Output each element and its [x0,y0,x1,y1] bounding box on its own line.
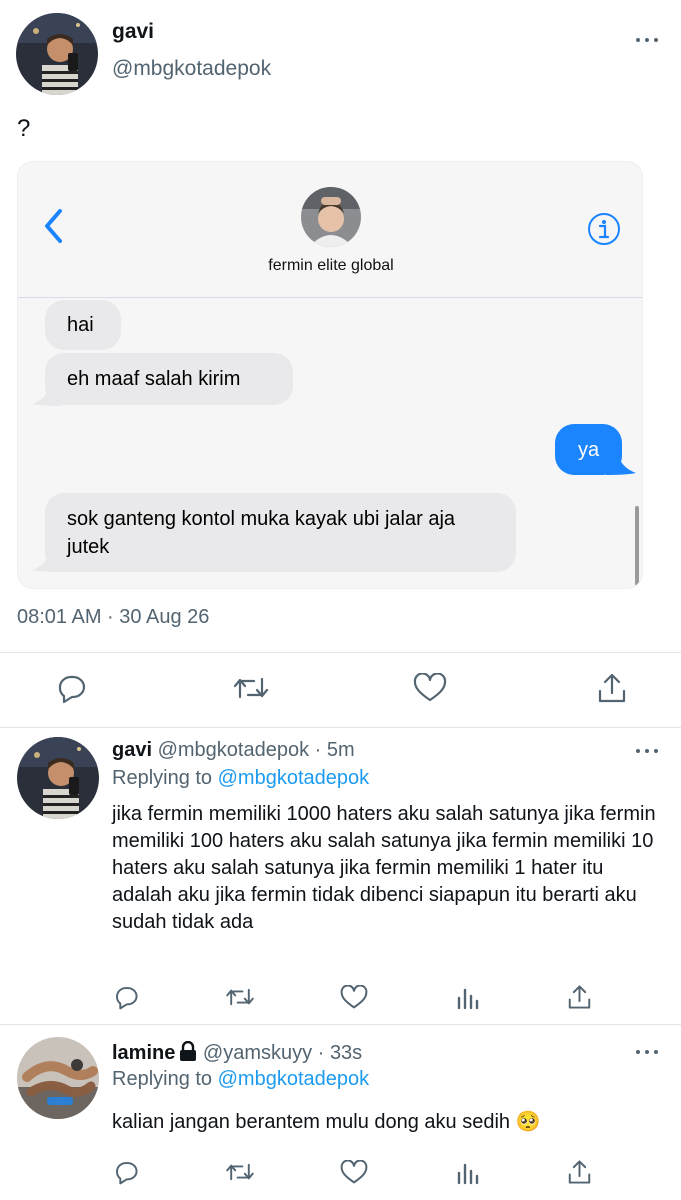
tweet-image[interactable]: fermin elite global hai eh maaf salah ki… [17,161,643,589]
reply-author-handle[interactable]: @yamskuyy [203,1042,312,1064]
message-bubble-received: eh maaf salah kirim [45,353,293,405]
message-text: hai [67,314,94,336]
like-icon[interactable] [413,673,447,703]
divider [0,727,681,728]
reply-header: lamine @yamskuyy · 33s [112,1040,362,1067]
message-text: eh maaf salah kirim [67,368,241,390]
author-name[interactable]: gavi [112,20,154,44]
author-handle[interactable]: @mbgkotadepok [112,57,271,81]
analytics-icon[interactable] [456,986,480,1010]
replying-to-line: Replying to @mbgkotadepok [112,1068,369,1091]
more-options-icon[interactable] [636,1047,666,1057]
reply-text: kalian jangan berantem mulu dong aku sed… [112,1111,541,1133]
reply-author-handle[interactable]: @mbgkotadepok [158,739,310,761]
tweet-text: ? [17,115,31,142]
share-icon[interactable] [567,984,592,1010]
scrollbar[interactable] [635,506,639,586]
lock-icon [179,1040,197,1067]
separator-dot: · [314,739,322,761]
divider [0,652,681,653]
like-icon[interactable] [340,1160,368,1185]
more-options-icon[interactable] [636,35,666,45]
analytics-icon[interactable] [456,1161,480,1185]
replying-to-label: Replying to [112,767,213,789]
message-text: ya [577,438,600,461]
share-icon[interactable] [567,1159,592,1185]
message-bubble-sent: ya [555,424,622,475]
like-icon[interactable] [340,985,368,1010]
author-avatar[interactable] [16,13,98,95]
contact-avatar[interactable] [301,187,361,247]
message-bubble-received: hai [45,300,121,350]
divider [0,1024,681,1025]
message-bubble-received: sok ganteng kontol muka kayak ubi jalar … [45,493,516,572]
more-options-icon[interactable] [636,746,666,756]
reply-icon[interactable] [54,672,88,704]
reply-author-name[interactable]: lamine [112,1042,175,1064]
retweet-icon[interactable] [224,1160,256,1184]
replying-to-line: Replying to @mbgkotadepok [112,767,369,790]
message-text: sok ganteng kontol muka kayak ubi jalar … [67,507,456,558]
reply-avatar[interactable] [17,1037,99,1119]
reply-time[interactable]: 5m [327,739,355,761]
contact-name[interactable]: fermin elite global [18,257,642,275]
info-icon[interactable] [587,212,621,251]
replying-to-label: Replying to [112,1068,213,1090]
reply-icon[interactable] [112,984,140,1010]
reply-text: jika fermin memiliki 1000 haters aku sal… [112,803,656,933]
tweet-timestamp[interactable]: 08:01 AM · 30 Aug 26 [17,606,209,629]
replying-to-link[interactable]: @mbgkotadepok [218,1068,370,1090]
retweet-icon[interactable] [224,985,256,1009]
reply-author-name[interactable]: gavi [112,739,152,761]
separator-dot: · [317,1042,325,1064]
reply-time[interactable]: 33s [330,1042,362,1064]
reply-header: gavi @mbgkotadepok · 5m [112,739,355,762]
reply-icon[interactable] [112,1159,140,1185]
back-chevron-icon[interactable] [42,208,64,249]
replying-to-link[interactable]: @mbgkotadepok [218,767,370,789]
chat-header-divider [18,297,642,298]
retweet-icon[interactable] [231,673,271,703]
share-icon[interactable] [597,672,627,704]
reply-avatar[interactable] [17,737,99,819]
